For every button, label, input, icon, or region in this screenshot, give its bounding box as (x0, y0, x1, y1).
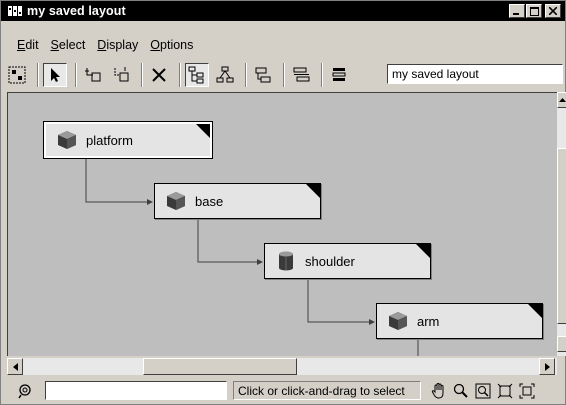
hypergraph-window: my saved layout Edit Select Display Opti… (0, 0, 566, 405)
list-button[interactable] (327, 63, 351, 87)
graph-icon (255, 67, 271, 83)
node-base[interactable]: base (154, 183, 321, 219)
unparent-icon (114, 67, 129, 82)
hierarchy-view-button[interactable] (185, 63, 209, 87)
cube-icon (387, 310, 409, 332)
chevron-left-icon (12, 362, 18, 371)
node-label: arm (417, 313, 440, 329)
toolbar-separator (37, 63, 39, 87)
align-button[interactable] (289, 63, 313, 87)
node-label: shoulder (305, 253, 355, 269)
frame-selected-button[interactable] (517, 381, 537, 401)
list-icon (332, 68, 346, 81)
toolbar-separator (141, 63, 143, 87)
pan-hand-icon (431, 382, 444, 399)
node-corner-marker (528, 304, 542, 318)
layout-name-field[interactable]: my saved layout (387, 64, 563, 84)
menu-select[interactable]: Select (51, 38, 86, 52)
cube-icon (56, 129, 78, 151)
status-message: Click or click-and-drag to select (233, 381, 421, 400)
window-title: my saved layout (27, 4, 126, 18)
select-tool-button[interactable] (43, 63, 67, 87)
scroll-up-button[interactable] (557, 92, 566, 108)
menu-edit[interactable]: Edit (17, 38, 39, 52)
frame-selected-icon (519, 383, 535, 399)
parent-icon (85, 68, 101, 82)
toolbar-separator (283, 63, 285, 87)
toolbar-separator (245, 63, 247, 87)
toolbar-separator (321, 63, 323, 87)
node-label: platform (86, 132, 133, 148)
cube-icon (165, 190, 187, 212)
tree-view-button[interactable] (213, 63, 237, 87)
zoom-icon (453, 383, 468, 398)
node-arm[interactable]: arm (376, 303, 543, 339)
scroll-right-button[interactable] (539, 358, 555, 375)
vertical-scrollbar[interactable] (557, 92, 566, 356)
hierarchy-icon (188, 66, 204, 84)
node-label: base (195, 193, 224, 209)
layout-button[interactable] (5, 63, 29, 87)
zoom-tool-button[interactable] (451, 381, 471, 401)
maximize-icon (529, 6, 539, 16)
cylinder-icon (275, 250, 297, 272)
tree-icon (216, 66, 234, 83)
zoom-region-button[interactable] (473, 381, 493, 401)
minimize-icon (513, 13, 519, 15)
layout-icon (8, 66, 26, 84)
node-corner-marker (416, 244, 430, 258)
search-node-button[interactable] (15, 381, 35, 401)
unparent-button[interactable] (109, 63, 133, 87)
node-corner-marker (306, 184, 320, 198)
select-arrow-icon (51, 68, 60, 82)
scroll-left-button[interactable] (7, 358, 23, 375)
menu-display[interactable]: Display (97, 38, 138, 52)
maximize-button[interactable] (526, 4, 542, 18)
menu-bar: Edit Select Display Options (1, 35, 193, 55)
node-platform[interactable]: platform (43, 121, 213, 159)
connection-base-shoulder (197, 220, 263, 265)
horizontal-scrollbar[interactable] (7, 358, 557, 375)
frame-all-icon (497, 383, 513, 399)
parent-button[interactable] (81, 63, 105, 87)
connection-platform-base (85, 158, 153, 205)
chevron-up-icon (558, 98, 566, 102)
menu-options[interactable]: Options (150, 38, 193, 52)
hypergraph-canvas[interactable]: platform base shoulder arm (7, 92, 557, 356)
zoom-region-icon (475, 383, 491, 399)
graph-button[interactable] (251, 63, 275, 87)
minimize-button[interactable] (509, 4, 525, 18)
close-icon (549, 7, 557, 15)
vertical-scroll-thumb[interactable] (557, 148, 566, 324)
title-bar[interactable]: my saved layout (1, 1, 565, 21)
scroll-down-button[interactable] (557, 336, 566, 352)
close-button[interactable] (545, 4, 561, 18)
connection-shoulder-arm (307, 280, 375, 325)
delete-button[interactable] (147, 63, 171, 87)
chevron-right-icon (544, 362, 550, 371)
delete-icon (152, 68, 166, 82)
command-input[interactable] (45, 381, 227, 400)
app-icon (7, 4, 23, 18)
toolbar-separator (75, 63, 77, 87)
align-icon (293, 67, 310, 82)
node-shoulder[interactable]: shoulder (264, 243, 431, 279)
toolbar: my saved layout (5, 59, 563, 91)
toolbar-separator (179, 63, 181, 87)
frame-all-button[interactable] (495, 381, 515, 401)
node-corner-marker (196, 124, 210, 138)
status-bar: Click or click-and-drag to select (1, 378, 566, 404)
pan-tool-button[interactable] (429, 381, 449, 401)
magnet-search-icon (18, 384, 31, 399)
horizontal-scroll-thumb[interactable] (143, 358, 297, 375)
